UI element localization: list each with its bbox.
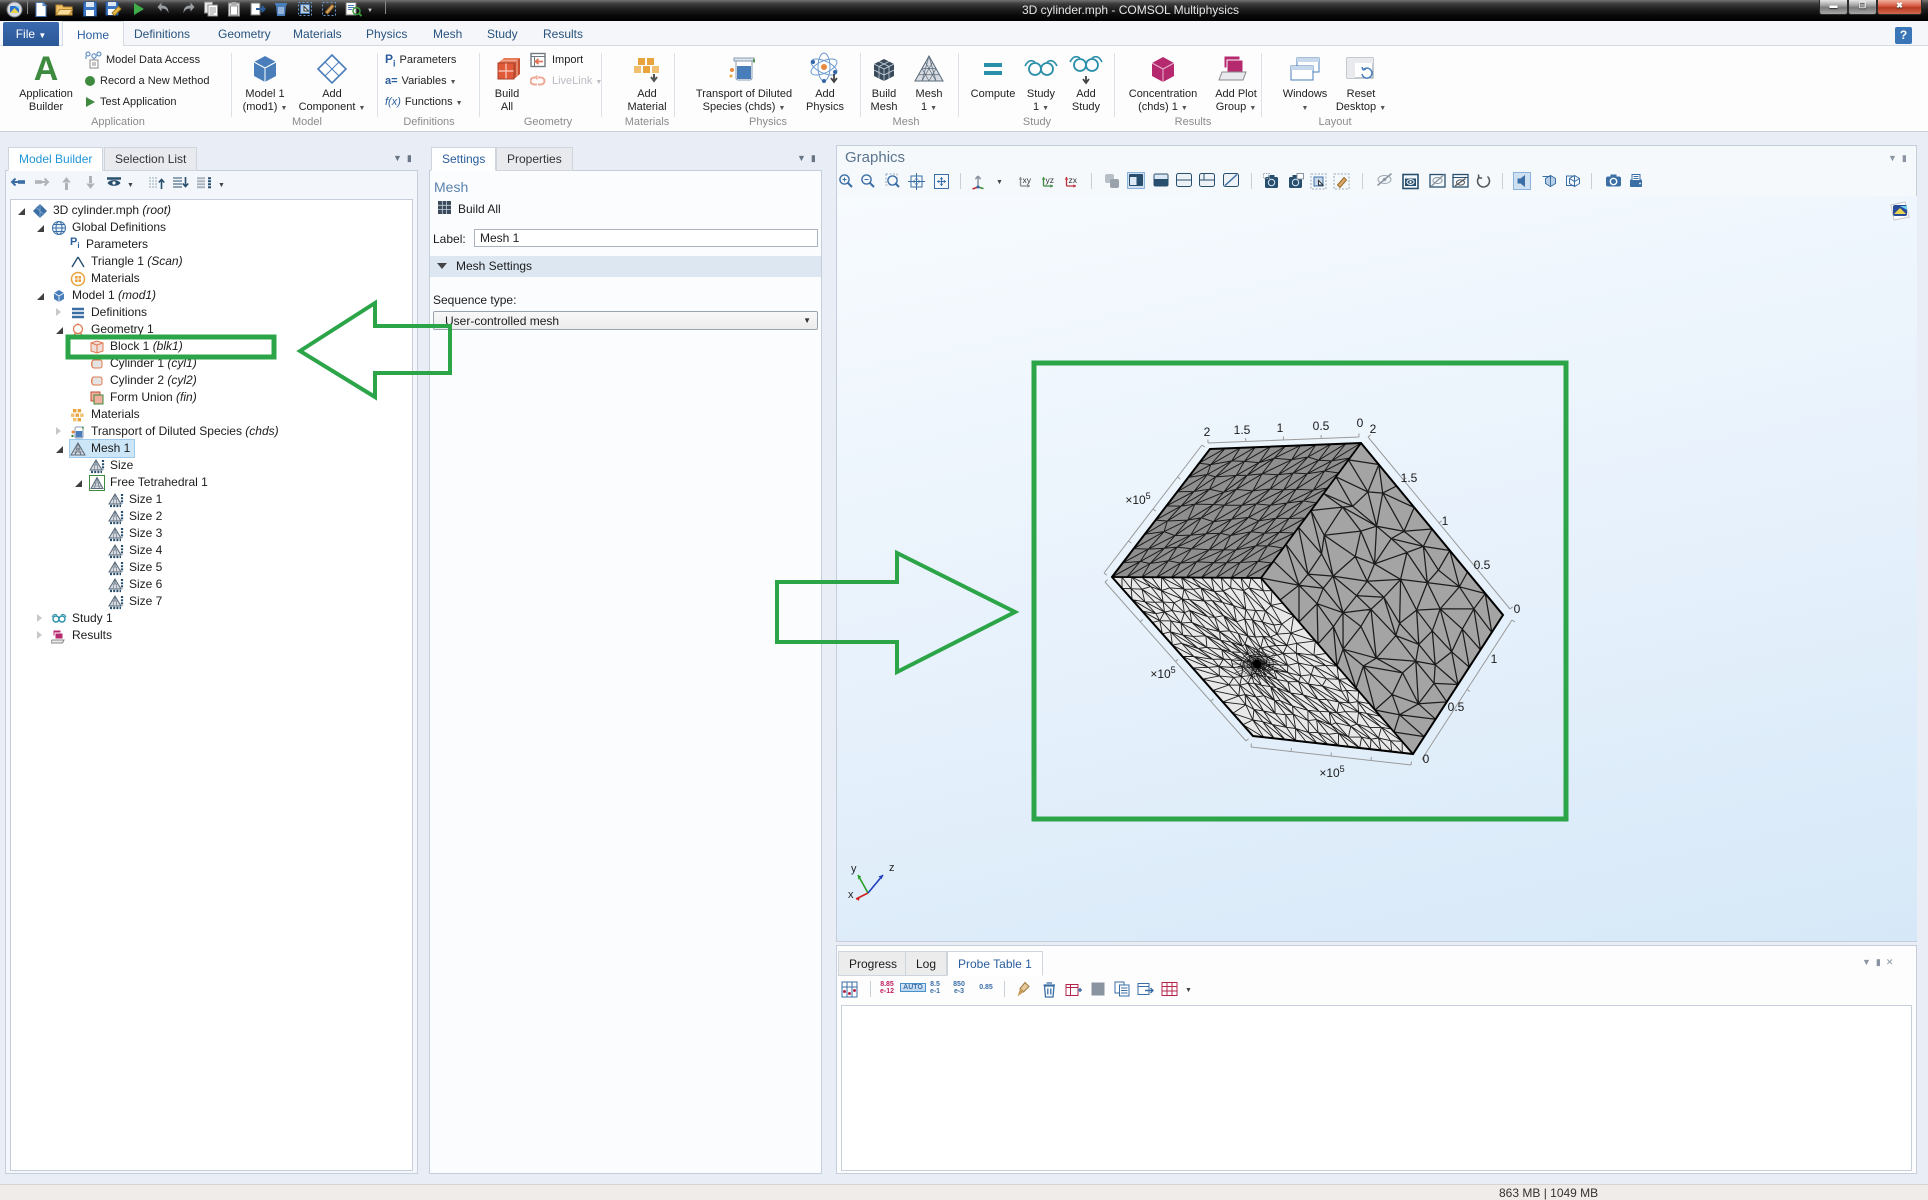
svg-text:1: 1 [1277,421,1284,435]
svg-text:z: z [889,862,895,874]
svg-text:×105: ×105 [1319,764,1344,780]
svg-text:×105: ×105 [1150,665,1175,681]
svg-text:0: 0 [1423,752,1430,766]
svg-text:0.5: 0.5 [1474,558,1491,572]
svg-text:zx: zx [1069,175,1078,185]
svg-text:0: 0 [1357,416,1364,430]
svg-text:0.5: 0.5 [1313,419,1330,433]
svg-text:yz: yz [1046,175,1055,185]
svg-text:0: 0 [1514,602,1521,616]
svg-text:2: 2 [1204,425,1211,439]
svg-text:2: 2 [1370,422,1377,436]
svg-text:1: 1 [1442,514,1449,528]
svg-text:1: 1 [1491,652,1498,666]
svg-text:y: y [851,863,857,875]
svg-text:0.5: 0.5 [1448,700,1465,714]
svg-text:×105: ×105 [1125,491,1150,507]
svg-text:1.5: 1.5 [1234,423,1251,437]
svg-text:x: x [848,889,854,901]
svg-text:1.5: 1.5 [1401,471,1418,485]
svg-text:xy: xy [1023,175,1032,185]
